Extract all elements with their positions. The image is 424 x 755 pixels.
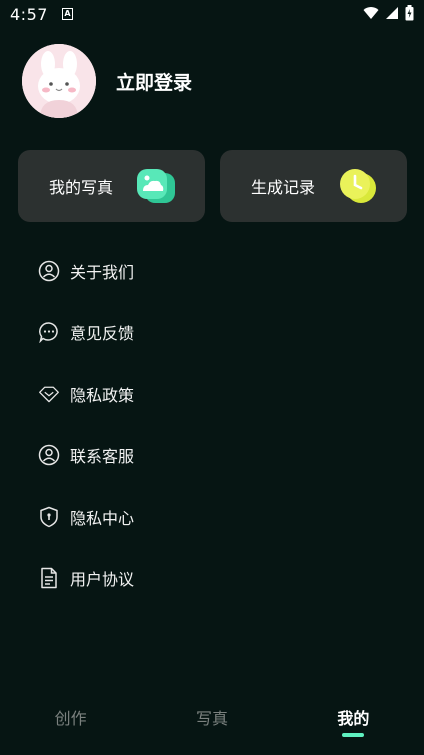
status-icons bbox=[363, 5, 414, 21]
menu-item-privacy-policy[interactable]: 隐私政策 bbox=[38, 363, 398, 425]
tab-label: 创作 bbox=[54, 709, 87, 728]
menu-item-about-us[interactable]: 关于我们 bbox=[38, 240, 398, 302]
tab-indicator bbox=[60, 733, 82, 737]
menu-item-privacy-center[interactable]: 隐私中心 bbox=[38, 486, 398, 548]
menu-item-customer-service[interactable]: 联系客服 bbox=[38, 425, 398, 487]
menu-item-label: 隐私中心 bbox=[70, 508, 135, 528]
menu-item-label: 意见反馈 bbox=[70, 324, 135, 344]
profile-header[interactable]: 立即登录 bbox=[22, 44, 192, 118]
active-tab-indicator bbox=[342, 733, 365, 737]
menu-item-feedback[interactable]: 意见反馈 bbox=[38, 302, 398, 364]
my-photos-card[interactable]: 我的写真 bbox=[18, 150, 205, 222]
menu-item-label: 联系客服 bbox=[70, 447, 135, 467]
tab-photos[interactable]: 写真 bbox=[141, 695, 282, 755]
tab-indicator bbox=[201, 733, 223, 737]
menu-item-user-agreement[interactable]: 用户协议 bbox=[38, 548, 398, 610]
notification-icon: A bbox=[61, 8, 73, 20]
chat-bubble-icon bbox=[38, 321, 60, 344]
person-circle-icon bbox=[38, 444, 60, 466]
status-time: 4:57 bbox=[10, 4, 48, 24]
my-photos-label: 我的写真 bbox=[49, 178, 114, 197]
shield-icon bbox=[38, 506, 60, 528]
tab-label: 写真 bbox=[195, 709, 228, 728]
login-link[interactable]: 立即登录 bbox=[116, 68, 192, 95]
diamond-icon bbox=[38, 383, 60, 405]
tab-label: 我的 bbox=[337, 709, 370, 728]
tab-create[interactable]: 创作 bbox=[0, 695, 141, 755]
battery-icon bbox=[405, 5, 414, 21]
document-icon bbox=[38, 567, 60, 589]
tab-mine[interactable]: 我的 bbox=[283, 695, 424, 755]
bottom-nav: 创作 写真 我的 bbox=[0, 695, 424, 755]
wifi-icon bbox=[363, 7, 379, 20]
person-circle-icon bbox=[38, 260, 60, 282]
clock-icon bbox=[340, 169, 376, 203]
generation-history-label: 生成记录 bbox=[251, 178, 316, 197]
status-bar: 4:57 A bbox=[0, 0, 424, 28]
bunny-avatar-icon bbox=[22, 44, 96, 118]
menu-item-label: 用户协议 bbox=[70, 570, 135, 590]
menu-item-label: 关于我们 bbox=[70, 262, 135, 282]
photo-cloud-icon bbox=[137, 169, 175, 203]
settings-menu: 关于我们 意见反馈 隐私政策 联系客服 隐私中心 用户协议 bbox=[38, 240, 398, 609]
menu-item-label: 隐私政策 bbox=[70, 385, 135, 405]
generation-history-card[interactable]: 生成记录 bbox=[220, 150, 407, 222]
avatar[interactable] bbox=[22, 44, 96, 118]
signal-icon bbox=[386, 7, 398, 19]
